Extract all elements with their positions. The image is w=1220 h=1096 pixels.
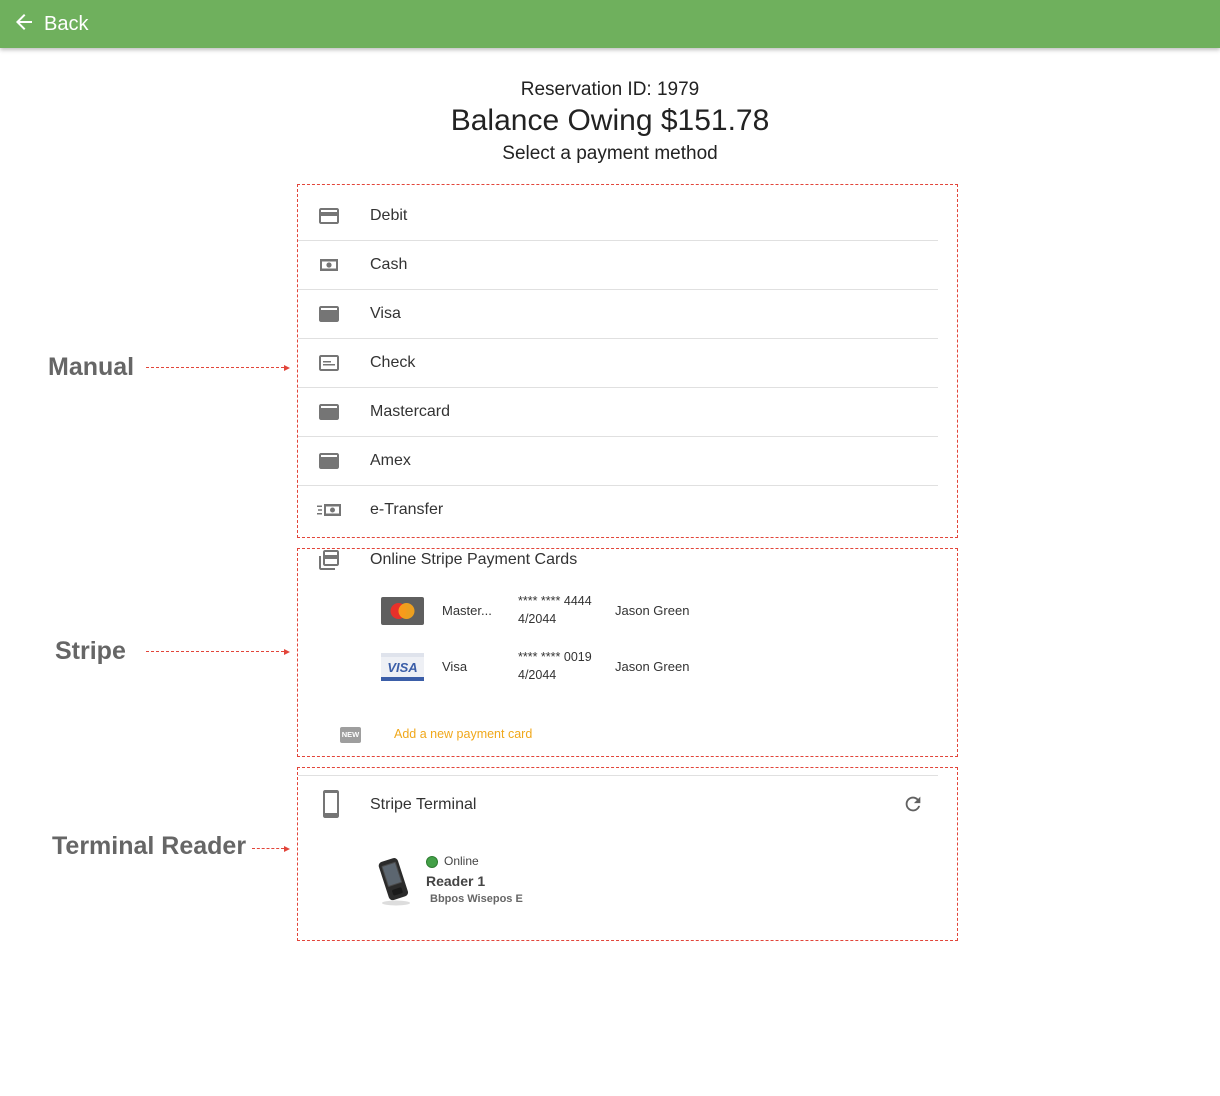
annotation-stripe: Stripe: [55, 637, 126, 665]
card-holder: Jason Green: [615, 659, 690, 674]
card-holder: Jason Green: [615, 603, 690, 618]
new-badge-icon: NEW: [340, 727, 361, 743]
mastercard-logo: [381, 597, 424, 625]
card-reader-device-image: [372, 856, 416, 906]
payment-method-label: Cash: [370, 256, 408, 273]
manual-payment-list: Debit Cash Visa Check Mastercard Amex e-…: [298, 192, 938, 535]
card-brand: Visa: [442, 659, 468, 674]
saved-card-row[interactable]: Master... **** **** 4444 4/2044 Jason Gr…: [381, 590, 761, 630]
check-icon: [316, 351, 342, 375]
visa-logo: VISA: [381, 653, 424, 681]
credit-card-icon: [316, 449, 342, 473]
stripe-terminal-title: Stripe Terminal: [370, 796, 477, 813]
reservation-id: Reservation ID: 1979: [520, 79, 700, 100]
payment-method-cash[interactable]: Cash: [298, 241, 938, 290]
back-label: Back: [44, 12, 89, 35]
payment-method-e-transfer[interactable]: e-Transfer: [298, 486, 938, 535]
card-expiry: 4/2044: [518, 612, 557, 626]
annotation-manual: Manual: [48, 353, 135, 381]
online-status-dot: [426, 856, 438, 868]
add-payment-card-label: Add a new payment card: [394, 727, 533, 741]
terminal-divider: [298, 775, 938, 776]
payment-method-amex[interactable]: Amex: [298, 437, 938, 486]
payment-method-label: Debit: [370, 207, 408, 224]
stripe-cards-header: Online Stripe Payment Cards: [298, 548, 938, 574]
annotation-arrow-terminal: [252, 845, 290, 853]
phone-device-icon: [318, 789, 344, 818]
annotation-arrow-stripe: [146, 648, 290, 656]
balance-owing: Balance Owing $151.78: [450, 104, 770, 137]
back-button[interactable]: Back: [12, 8, 88, 40]
cash-fast-icon: [316, 498, 342, 522]
card-expiry: 4/2044: [518, 668, 557, 682]
card-stack-icon: [316, 548, 342, 572]
credit-card-outline-icon: [316, 204, 342, 228]
payment-method-label: Check: [370, 354, 416, 371]
payment-method-visa[interactable]: Visa: [298, 290, 938, 339]
terminal-reader-item[interactable]: Online Reader 1 Bbpos Wisepos E: [372, 852, 592, 912]
reader-name: Reader 1: [426, 873, 486, 889]
credit-card-icon: [316, 302, 342, 326]
refresh-icon[interactable]: [902, 793, 924, 815]
annotation-arrow-manual: [146, 364, 290, 372]
payment-method-label: e-Transfer: [370, 501, 444, 518]
card-number: **** **** 4444: [518, 594, 592, 608]
credit-card-icon: [316, 400, 342, 424]
payment-method-label: Mastercard: [370, 403, 451, 420]
payment-method-debit[interactable]: Debit: [298, 192, 938, 241]
payment-method-mastercard[interactable]: Mastercard: [298, 388, 938, 437]
saved-card-row[interactable]: VISA Visa **** **** 0019 4/2044 Jason Gr…: [381, 646, 761, 686]
stripe-terminal-header: Stripe Terminal: [298, 788, 938, 820]
arrow-left-icon: [12, 10, 36, 39]
stripe-cards-title: Online Stripe Payment Cards: [370, 551, 578, 568]
card-brand: Master...: [442, 603, 492, 618]
app-bar: Back: [0, 0, 1220, 48]
reader-status: Online: [444, 854, 479, 868]
payment-method-check[interactable]: Check: [298, 339, 938, 388]
payment-method-label: Amex: [370, 452, 411, 469]
page-subtitle: Select a payment method: [502, 143, 718, 164]
payment-method-label: Visa: [370, 305, 401, 322]
cash-icon: [316, 253, 342, 277]
annotation-terminal-reader: Terminal Reader: [52, 832, 247, 860]
svg-text:VISA: VISA: [387, 660, 417, 675]
reader-model: Bbpos Wisepos E: [430, 893, 523, 905]
card-number: **** **** 0019: [518, 650, 592, 664]
